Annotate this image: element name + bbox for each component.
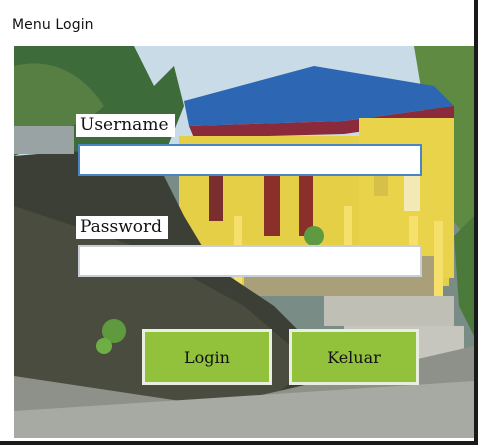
- login-window: Menu Login Username Password Login Kelua…: [0, 0, 478, 445]
- background-photo: Username Password Login Keluar: [14, 46, 474, 438]
- title-bar[interactable]: Menu Login: [12, 12, 94, 38]
- exit-button[interactable]: Keluar: [289, 329, 419, 385]
- login-button[interactable]: Login: [142, 329, 272, 385]
- password-input[interactable]: [78, 245, 422, 277]
- window-title: Menu Login: [12, 17, 94, 33]
- username-input[interactable]: [78, 144, 422, 176]
- password-label: Password: [76, 216, 169, 239]
- username-label: Username: [76, 114, 175, 137]
